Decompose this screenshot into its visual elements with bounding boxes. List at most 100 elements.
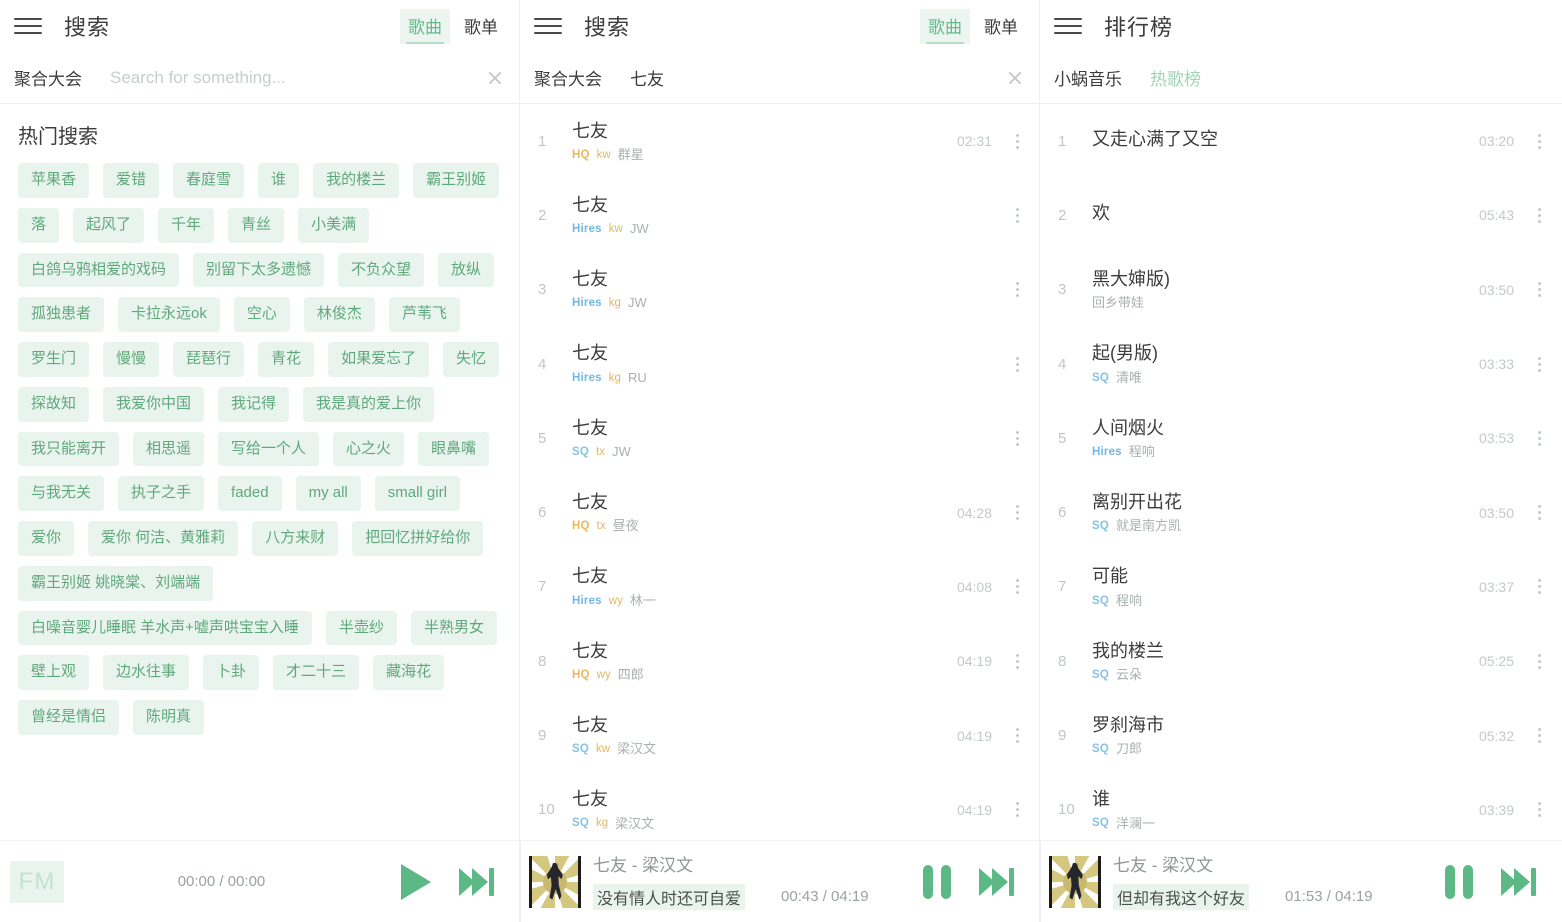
hot-search-chip[interactable]: 芦苇飞 <box>388 297 460 332</box>
hot-search-chip[interactable]: 小美满 <box>298 207 370 243</box>
search-source-label[interactable]: 聚合大会 <box>14 65 82 90</box>
hot-search-chip[interactable]: 如果爱忘了 <box>328 342 430 377</box>
hot-search-chip[interactable]: 空心 <box>233 297 290 332</box>
album-cover[interactable] <box>1049 855 1101 908</box>
more-options-icon[interactable] <box>1530 501 1548 525</box>
hot-search-chip[interactable]: 孤独患者 <box>18 297 105 332</box>
hot-search-chip[interactable]: 半壶纱 <box>325 610 397 646</box>
pause-icon[interactable] <box>923 864 951 899</box>
hamburger-icon[interactable] <box>14 15 42 37</box>
more-options-icon[interactable] <box>1008 278 1026 302</box>
song-row[interactable]: 6 七友 HQ tx 昼夜 04:28 <box>520 475 1040 549</box>
hot-search-chip[interactable]: 慢慢 <box>103 342 160 377</box>
next-track-icon[interactable] <box>979 867 1014 896</box>
hot-search-chip[interactable]: 我的楼兰 <box>313 163 400 198</box>
song-row[interactable]: 7 七友 Hires wy 林一 04:08 <box>520 550 1040 624</box>
hot-search-chip[interactable]: 青花 <box>258 342 315 377</box>
more-options-icon[interactable] <box>1008 798 1026 822</box>
hot-search-chip[interactable]: 千年 <box>158 207 215 243</box>
hot-search-chip[interactable]: 白鸽乌鸦相爱的戏码 <box>18 252 180 288</box>
tab-playlists[interactable]: 歌单 <box>456 9 506 44</box>
tab-songs[interactable]: 歌曲 <box>400 8 450 44</box>
hot-search-chip[interactable]: 边水往事 <box>103 655 190 690</box>
more-options-icon[interactable] <box>1530 352 1548 376</box>
more-options-icon[interactable] <box>1530 203 1548 227</box>
hot-search-chip[interactable]: 陈明真 <box>133 700 205 735</box>
hot-search-chip[interactable]: 心之火 <box>333 431 405 467</box>
album-cover[interactable] <box>529 855 581 908</box>
more-options-icon[interactable] <box>1008 352 1026 376</box>
song-row[interactable]: 8 七友 HQ wy 四郎 04:19 <box>520 624 1040 698</box>
hot-search-chip[interactable]: 相思遥 <box>133 431 205 467</box>
hot-search-chip[interactable]: 把回忆拼好给你 <box>352 521 484 556</box>
more-options-icon[interactable] <box>1008 501 1026 525</box>
hot-search-chip[interactable]: 白噪音婴儿睡眠 羊水声+嘘声哄宝宝入睡 <box>18 610 312 646</box>
hot-search-chip[interactable]: small girl <box>374 476 460 511</box>
song-row[interactable]: 5 七友 SQ tx JW <box>520 401 1040 475</box>
song-row[interactable]: 3 黑大婶版) 回乡带娃 03:50 <box>1040 253 1562 327</box>
more-options-icon[interactable] <box>1008 203 1026 227</box>
hot-search-chip[interactable]: 我爱你中国 <box>103 386 205 422</box>
more-options-icon[interactable] <box>1530 129 1548 153</box>
hot-search-chip[interactable]: 罗生门 <box>18 342 90 377</box>
hot-search-chip[interactable]: 谁 <box>258 163 300 198</box>
song-row[interactable]: 3 七友 Hires kg JW <box>520 253 1040 327</box>
song-row[interactable]: 2 七友 Hires kw JW <box>520 178 1040 252</box>
hot-search-chip[interactable]: 曾经是情侣 <box>18 700 120 735</box>
more-options-icon[interactable] <box>1530 278 1548 302</box>
more-options-icon[interactable] <box>1008 575 1026 599</box>
fm-button[interactable]: FM <box>10 860 64 903</box>
song-row[interactable]: 9 罗刹海市 SQ 刀郎 05:32 <box>1040 698 1562 772</box>
more-options-icon[interactable] <box>1008 129 1026 153</box>
hamburger-icon[interactable] <box>1054 15 1082 37</box>
hot-search-chip[interactable]: 藏海花 <box>373 655 445 690</box>
close-icon[interactable] <box>484 67 506 89</box>
hot-search-chip[interactable]: 八方来财 <box>252 521 339 556</box>
next-track-icon[interactable] <box>458 867 494 896</box>
hot-search-chip[interactable]: 壁上观 <box>18 655 90 690</box>
tab-playlists[interactable]: 歌单 <box>976 9 1026 44</box>
hot-search-chip[interactable]: 卜卦 <box>203 655 260 690</box>
song-row[interactable]: 5 人间烟火 Hires 程响 03:53 <box>1040 401 1562 475</box>
hot-search-chip[interactable]: 写给一个人 <box>218 431 320 467</box>
hot-search-chip[interactable]: 卡拉永远ok <box>118 297 220 332</box>
hot-search-chip[interactable]: 青丝 <box>228 207 285 243</box>
hot-search-chip[interactable]: 与我无关 <box>18 476 105 511</box>
hot-search-chip[interactable]: 半熟男女 <box>410 610 497 646</box>
song-row[interactable]: 4 起(男版) SQ 清唯 03:33 <box>1040 327 1562 401</box>
more-options-icon[interactable] <box>1530 575 1548 599</box>
more-options-icon[interactable] <box>1530 724 1548 748</box>
hot-search-chip[interactable]: my all <box>295 476 361 511</box>
hot-search-chip[interactable]: 林俊杰 <box>303 297 375 332</box>
hot-search-chip[interactable]: 才二十三 <box>273 655 360 690</box>
hot-search-chip[interactable]: 我记得 <box>218 386 290 422</box>
pause-icon[interactable] <box>1445 864 1473 899</box>
song-row[interactable]: 1 七友 HQ kw 群星 02:31 <box>520 104 1040 178</box>
hot-search-chip[interactable]: 春庭雪 <box>173 163 245 198</box>
hot-search-chip[interactable]: 探故知 <box>18 386 90 422</box>
more-options-icon[interactable] <box>1008 426 1026 450</box>
hot-search-chip[interactable]: 我只能离开 <box>18 431 120 467</box>
hot-search-chip[interactable]: 我是真的爱上你 <box>303 386 435 422</box>
chart-name-label[interactable]: 热歌榜 <box>1150 65 1201 90</box>
song-row[interactable]: 7 可能 SQ 程响 03:37 <box>1040 550 1562 624</box>
song-row[interactable]: 9 七友 SQ kw 梁汉文 04:19 <box>520 698 1040 772</box>
hot-search-chip[interactable]: 放纵 <box>438 252 495 288</box>
tab-songs[interactable]: 歌曲 <box>920 8 970 44</box>
hot-search-chip[interactable]: 爱你 何洁、黄雅莉 <box>88 521 239 556</box>
hot-search-chip[interactable]: 别留下太多遗憾 <box>193 252 325 288</box>
hot-search-chip[interactable]: 不负众望 <box>338 252 425 288</box>
hot-search-chip[interactable]: 苹果香 <box>18 163 90 198</box>
song-row[interactable]: 4 七友 Hires kg RU <box>520 327 1040 401</box>
play-icon[interactable] <box>400 863 431 900</box>
song-row[interactable]: 1 又走心满了又空 03:20 <box>1040 104 1562 178</box>
song-row[interactable]: 10 谁 SQ 洋澜一 03:39 <box>1040 773 1562 840</box>
search-source-label[interactable]: 聚合大会 <box>534 65 602 90</box>
hot-search-chip[interactable]: 琵琶行 <box>173 342 245 377</box>
hot-search-chip[interactable]: 失忆 <box>443 342 500 377</box>
more-options-icon[interactable] <box>1530 798 1548 822</box>
song-row[interactable]: 8 我的楼兰 SQ 云朵 05:25 <box>1040 624 1562 698</box>
hot-search-chip[interactable]: faded <box>218 476 282 511</box>
more-options-icon[interactable] <box>1008 724 1026 748</box>
hot-search-chip[interactable]: 霸王别姬 姚晓棠、刘端端 <box>18 565 214 601</box>
